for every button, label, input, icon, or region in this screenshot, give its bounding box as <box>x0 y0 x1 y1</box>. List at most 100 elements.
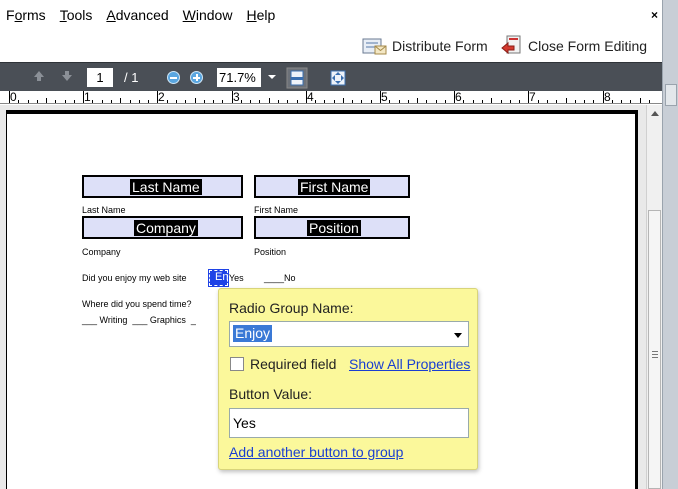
company-field[interactable]: Company <box>82 216 243 239</box>
first-name-caption: First Name <box>254 205 299 215</box>
distribute-form-label: Distribute Form <box>392 38 488 54</box>
ruler-label: 6 <box>455 90 462 104</box>
required-field-checkbox[interactable] <box>230 357 244 371</box>
ruler-tick <box>176 100 177 103</box>
page-total: / 1 <box>124 70 139 85</box>
radio-properties-popup: Radio Group Name: Enjoy Required field S… <box>218 288 478 470</box>
ruler-label: 2 <box>158 90 165 104</box>
close-form-editing-button[interactable]: Close Form Editing <box>500 34 647 58</box>
add-button-to-group-link[interactable]: Add another button to group <box>229 444 403 460</box>
ruler-tick <box>18 100 19 103</box>
ruler-tick <box>185 100 186 103</box>
ruler-label: 1 <box>84 90 91 104</box>
menu-advanced[interactable]: Advanced <box>99 7 175 23</box>
ruler-tick <box>37 100 38 103</box>
previous-page-icon[interactable] <box>33 70 45 82</box>
ruler-tick <box>343 98 344 103</box>
ruler-tick <box>269 98 270 103</box>
zoom-level-input[interactable]: 71.7% <box>217 68 261 87</box>
company-caption: Company <box>82 247 121 257</box>
ruler-label: 3 <box>233 90 240 104</box>
ruler-tick <box>630 100 631 103</box>
ruler-tick <box>213 100 214 103</box>
radio-group-name-select[interactable]: Enjoy <box>229 321 469 347</box>
ruler-tick <box>167 100 168 103</box>
ruler-tick <box>426 100 427 103</box>
ruler-tick <box>74 100 75 103</box>
ruler-tick <box>102 100 103 103</box>
ruler-tick <box>259 100 260 103</box>
ruler-label: 0 <box>10 90 17 104</box>
dropdown-arrow-icon[interactable] <box>454 333 462 338</box>
menu-forms[interactable]: Forms <box>0 7 53 23</box>
close-form-editing-label: Close Form Editing <box>528 38 648 54</box>
ruler-tick <box>278 100 279 103</box>
ruler-tick <box>389 100 390 103</box>
horizontal-ruler: 0 1 2 3 4 5 6 7 8 <box>0 90 662 104</box>
vertical-scrollbar[interactable] <box>646 105 662 489</box>
ruler-tick <box>222 100 223 103</box>
ruler-tick <box>111 100 112 103</box>
ruler-tick <box>352 100 353 103</box>
ruler-tick <box>399 100 400 103</box>
last-name-field[interactable]: Last Name <box>82 175 243 198</box>
scroll-up-icon[interactable] <box>651 111 659 116</box>
company-field-label: Company <box>134 220 198 236</box>
ruler-tick <box>417 98 418 103</box>
ruler-tick <box>445 100 446 103</box>
position-field-label: Position <box>307 220 361 236</box>
last-name-caption: Last Name <box>82 205 126 215</box>
first-name-field[interactable]: First Name <box>254 175 410 198</box>
radio-button-label: En <box>215 271 229 283</box>
ruler-tick <box>510 100 511 103</box>
ruler-tick <box>566 98 567 103</box>
ruler-tick <box>640 98 641 103</box>
ruler-tick <box>334 100 335 103</box>
ruler-tick <box>473 100 474 103</box>
ruler-tick <box>584 100 585 103</box>
ruler-tick <box>195 98 196 103</box>
spend-time-options: ___ Writing ___ Graphics _ <box>82 315 196 325</box>
ruler-tick <box>436 100 437 103</box>
enjoy-radio-button[interactable]: En <box>208 269 229 287</box>
menu-close-button[interactable]: × <box>651 8 658 22</box>
ruler-label: 4 <box>307 90 314 104</box>
last-name-field-label: Last Name <box>130 179 202 195</box>
zoom-in-icon[interactable] <box>190 71 203 84</box>
ruler-tick <box>612 100 613 103</box>
menu-window[interactable]: Window <box>176 7 240 23</box>
position-caption: Position <box>254 247 287 257</box>
position-field[interactable]: Position <box>254 216 410 239</box>
ruler-tick <box>250 100 251 103</box>
ruler-tick <box>538 100 539 103</box>
zoom-out-icon[interactable] <box>167 71 180 84</box>
ruler-tick <box>297 100 298 103</box>
menu-tools[interactable]: Tools <box>53 7 100 23</box>
radio-group-name-label: Radio Group Name: <box>229 300 354 316</box>
ruler-tick <box>361 100 362 103</box>
distribute-form-button[interactable]: Distribute Form <box>362 34 488 58</box>
window-edge <box>662 0 678 489</box>
form-toolbar: Distribute Form Close Form Editing <box>0 30 662 62</box>
menu-help[interactable]: Help <box>239 7 282 23</box>
ruler-tick <box>519 100 520 103</box>
menu-bar: Forms Tools Advanced Window Help × <box>0 0 662 30</box>
next-page-icon[interactable] <box>61 70 73 82</box>
ruler-tick <box>575 100 576 103</box>
fit-width-icon[interactable] <box>286 67 308 89</box>
fit-page-icon[interactable] <box>327 67 349 89</box>
first-name-field-label: First Name <box>298 179 371 195</box>
spend-time-question: Where did you spend time? <box>82 299 192 309</box>
ruler-tick <box>593 100 594 103</box>
show-all-properties-link[interactable]: Show All Properties <box>349 356 470 372</box>
radio-group-name-value: Enjoy <box>233 325 273 342</box>
scrollbar-thumb[interactable] <box>648 210 661 489</box>
side-tab[interactable] <box>665 84 677 106</box>
ruler-tick <box>287 100 288 103</box>
button-value-input[interactable]: Yes <box>229 408 469 438</box>
ruler-tick <box>130 100 131 103</box>
ruler-tick <box>649 100 650 103</box>
page-number-input[interactable]: 1 <box>87 68 113 87</box>
zoom-dropdown-icon[interactable] <box>268 75 276 79</box>
yes-option-text: Yes <box>229 273 244 283</box>
